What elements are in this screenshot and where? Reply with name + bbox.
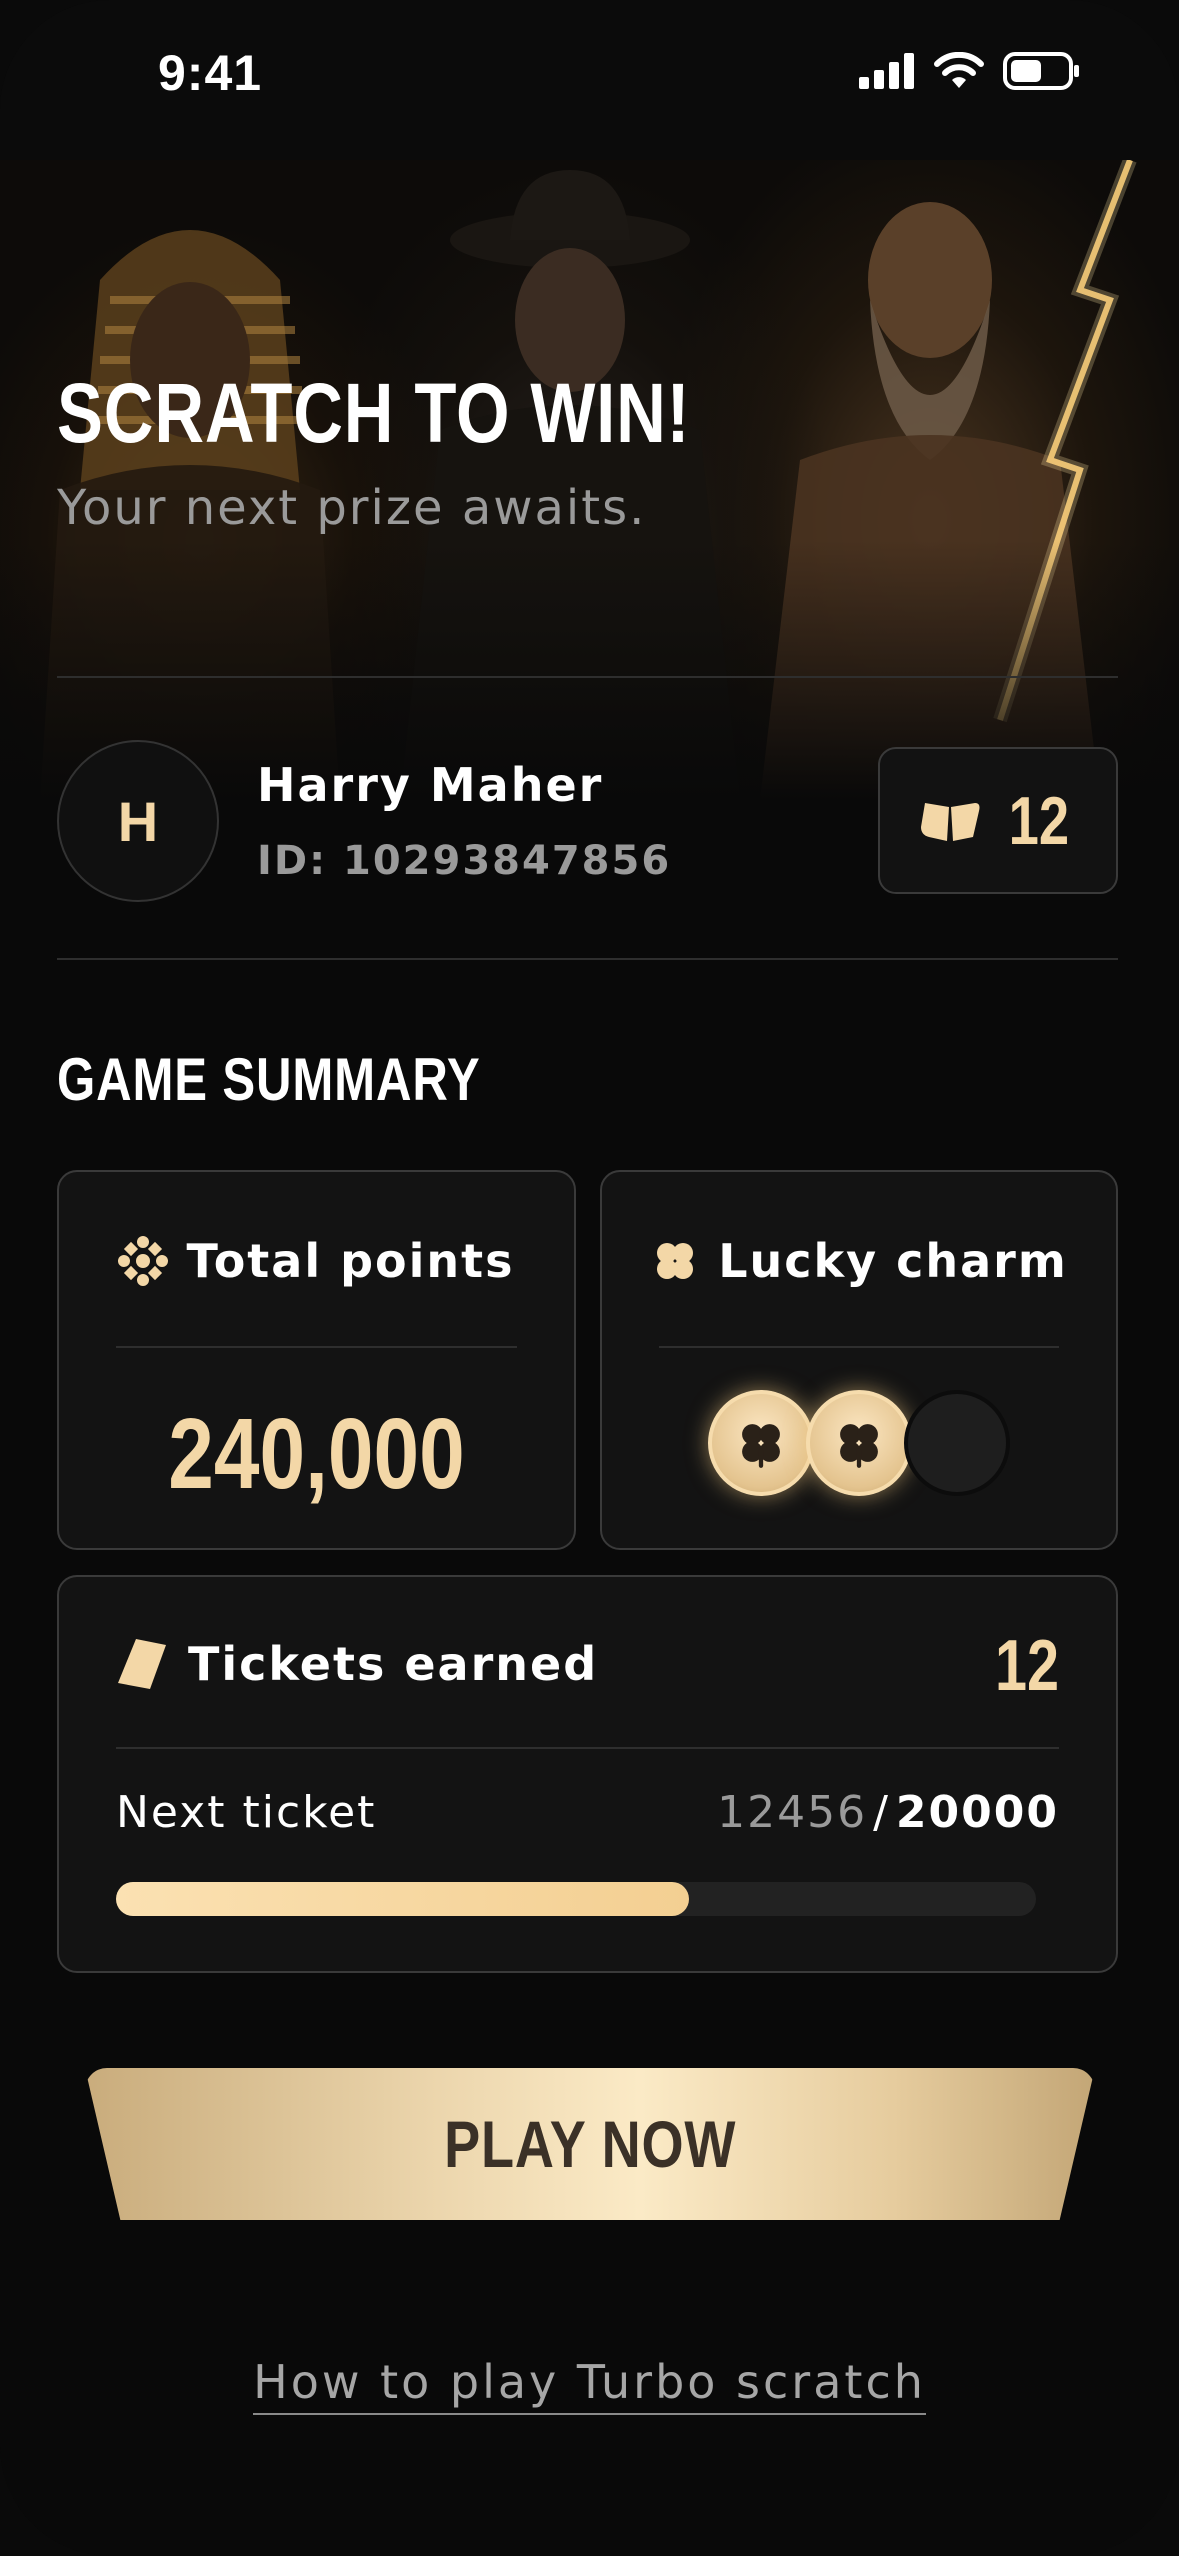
sparkle-badge-icon bbox=[118, 1236, 169, 1286]
clover-icon bbox=[840, 1424, 878, 1468]
tickets-earned-value: 12 bbox=[994, 1626, 1059, 1706]
play-now-label: PLAY NOW bbox=[443, 2107, 737, 2181]
total-points-value: 240,000 bbox=[168, 1398, 465, 1510]
section-title: GAME SUMMARY bbox=[57, 1046, 481, 1113]
card-header: Total points bbox=[59, 1234, 574, 1288]
how-to-play-link[interactable]: How to play Turbo scratch bbox=[253, 2355, 926, 2415]
tickets-earned-card: Tickets earned 12 Next ticket 12456/2000… bbox=[57, 1575, 1118, 1973]
next-ticket-separator: / bbox=[873, 1787, 890, 1838]
hero-banner: SCRATCH TO WIN! Your next prize awaits. bbox=[0, 160, 1179, 800]
status-time: 9:41 bbox=[158, 45, 263, 101]
ticket-icon bbox=[118, 1639, 166, 1689]
next-ticket-progress-bar bbox=[116, 1882, 1036, 1916]
play-now-button[interactable]: PLAY NOW bbox=[85, 2068, 1095, 2220]
lucky-charm-tokens bbox=[602, 1390, 1116, 1496]
divider bbox=[57, 676, 1118, 678]
charm-token-filled bbox=[806, 1390, 912, 1496]
charm-token-filled bbox=[708, 1390, 814, 1496]
next-ticket-label: Next ticket bbox=[116, 1787, 377, 1838]
total-points-label: Total points bbox=[186, 1234, 515, 1288]
hero-title: SCRATCH TO WIN! bbox=[57, 366, 691, 460]
next-ticket-progress-text: 12456/20000 bbox=[717, 1787, 1059, 1838]
clover-icon bbox=[657, 1243, 694, 1279]
hero-subtitle: Your next prize awaits. bbox=[57, 480, 647, 536]
card-header: Tickets earned bbox=[116, 1637, 1059, 1691]
ticket-balance-count: 12 bbox=[1008, 782, 1070, 859]
card-divider bbox=[116, 1747, 1059, 1749]
lucky-charm-label: Lucky charm bbox=[718, 1234, 1068, 1288]
card-divider bbox=[659, 1346, 1059, 1348]
how-to-play-link-row: How to play Turbo scratch bbox=[0, 2355, 1179, 2415]
card-header: Lucky charm bbox=[602, 1234, 1116, 1288]
user-id: ID: 10293847856 bbox=[257, 838, 672, 884]
divider bbox=[57, 958, 1118, 960]
ticket-balance-badge[interactable]: 12 bbox=[878, 747, 1118, 894]
tickets-earned-label: Tickets earned bbox=[188, 1637, 599, 1691]
user-name: Harry Maher bbox=[257, 758, 604, 812]
clover-icon bbox=[742, 1424, 780, 1468]
battery-icon bbox=[1003, 52, 1079, 90]
total-points-card: Total points 240,000 bbox=[57, 1170, 576, 1550]
card-divider bbox=[116, 1346, 517, 1348]
next-ticket-current: 12456 bbox=[717, 1787, 868, 1838]
signal-icon bbox=[859, 53, 914, 89]
avatar[interactable]: H bbox=[57, 740, 219, 902]
next-ticket-target: 20000 bbox=[895, 1787, 1059, 1838]
lucky-charm-card: Lucky charm bbox=[600, 1170, 1118, 1550]
next-ticket-progress-fill bbox=[116, 1882, 689, 1916]
charm-token-empty bbox=[904, 1390, 1010, 1496]
status-bar: 9:41 bbox=[0, 0, 1179, 160]
wifi-icon bbox=[934, 52, 984, 88]
app-screen: 9:41 SCRATCH TO WIN! Your next prize awa… bbox=[0, 0, 1179, 2556]
status-icons bbox=[859, 52, 1081, 90]
tickets-icon bbox=[921, 802, 980, 841]
